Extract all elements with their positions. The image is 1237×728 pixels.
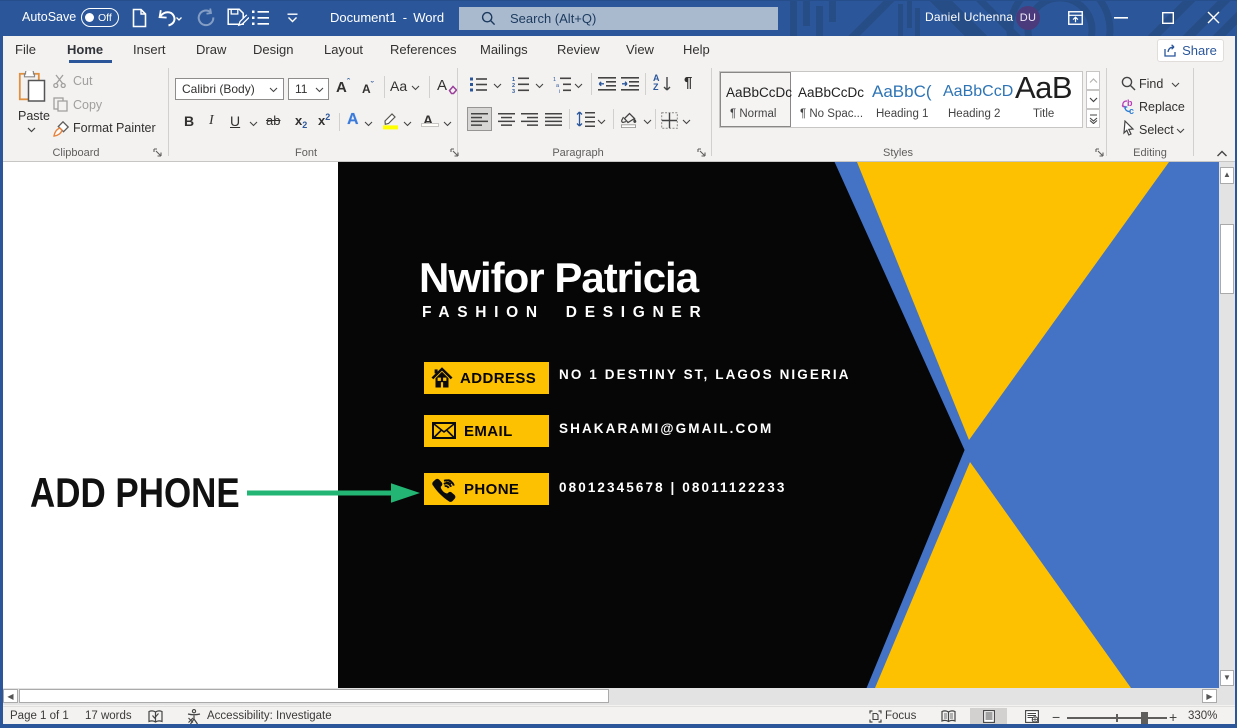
svg-text:c: c <box>1129 106 1134 115</box>
svg-text:i: i <box>559 89 560 93</box>
svg-text:3: 3 <box>512 89 515 93</box>
